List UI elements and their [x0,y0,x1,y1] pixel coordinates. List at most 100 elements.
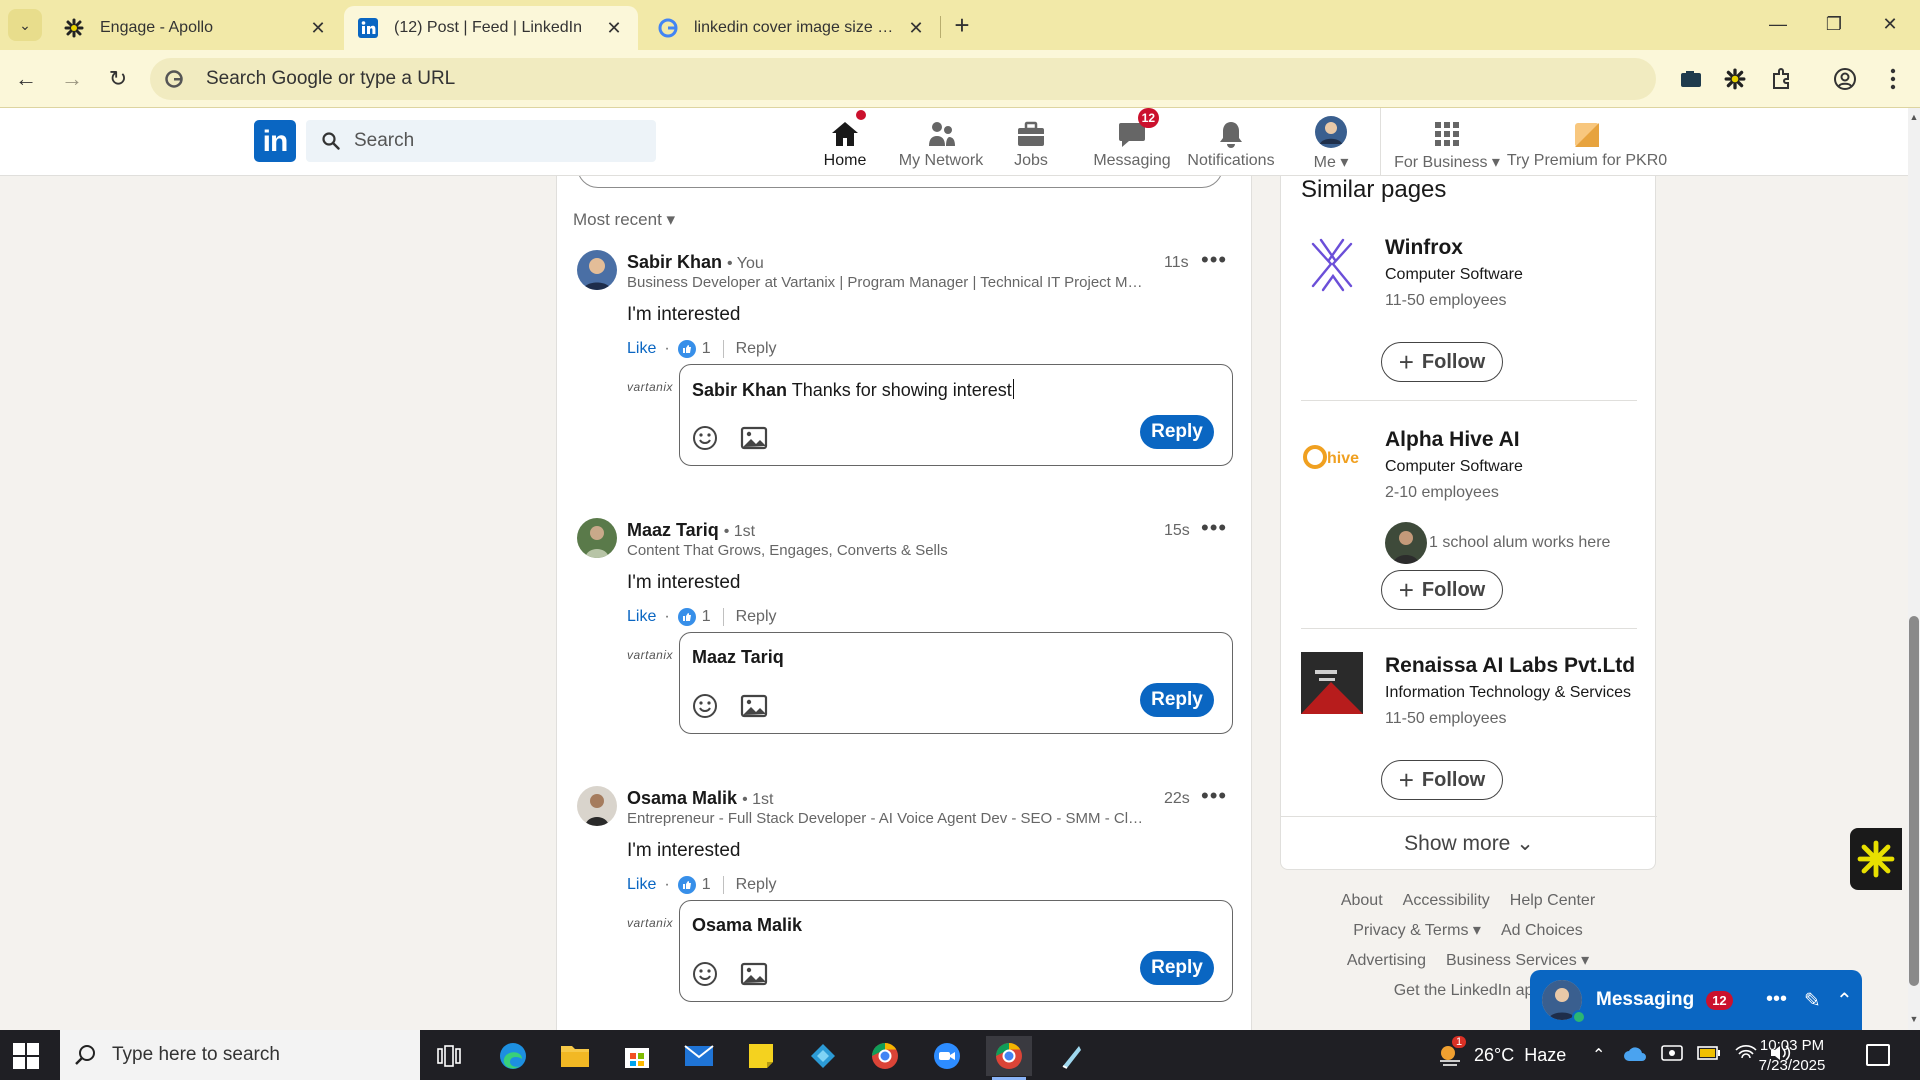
search-input[interactable] [354,130,634,152]
browser-menu-icon[interactable] [1878,64,1908,94]
tab-linkedin[interactable]: (12) Post | Feed | LinkedIn ✕ [344,6,638,50]
close-icon[interactable]: ✕ [604,18,624,39]
mail-icon[interactable] [676,1036,722,1076]
emoji-icon[interactable] [692,961,718,987]
sort-dropdown[interactable]: Most recent ▾ [573,210,675,230]
image-icon[interactable] [740,961,768,987]
nav-my-network[interactable]: My Network [886,112,996,174]
windows-start-icon[interactable] [12,1042,40,1070]
reply-link[interactable]: Reply [736,340,777,358]
follow-button[interactable]: + Follow [1381,760,1503,800]
apollo-floating-button[interactable] [1850,828,1902,890]
like-button[interactable]: Like [627,876,656,894]
taskbar-search-input[interactable] [112,1044,412,1066]
like-reaction-icon[interactable] [677,608,696,626]
close-window-button[interactable]: ✕ [1870,8,1910,40]
footer-link[interactable]: Business Services ▾ [1446,952,1589,969]
footer-link[interactable]: About [1341,892,1383,909]
messaging-overlay-bar[interactable]: Messaging 12 ••• ✎ ⌃ [1530,970,1862,1030]
company-name[interactable]: Alpha Hive AI [1385,428,1520,452]
school-alum-note[interactable]: 1 school alum works here [1385,522,1610,564]
like-button[interactable]: Like [627,608,656,626]
company-logo[interactable] [1301,234,1363,296]
nav-try-premium[interactable]: Try Premium for PKR0 [1507,112,1667,174]
company-logo[interactable] [1301,652,1363,714]
company-logo[interactable]: hive [1301,426,1363,488]
chevron-up-icon[interactable]: ⌃ [1592,1045,1605,1065]
scroll-up-arrow[interactable]: ▲ [1908,112,1920,126]
emoji-icon[interactable] [692,425,718,451]
battery-icon[interactable] [1697,1045,1721,1065]
profile-icon[interactable] [1830,64,1860,94]
edge-icon[interactable] [490,1036,536,1076]
reply-editor[interactable]: Maaz Tariq Reply [679,632,1233,734]
follow-button[interactable]: + Follow [1381,570,1503,610]
reply-submit-button[interactable]: Reply [1140,951,1214,985]
like-reaction-icon[interactable] [677,876,696,894]
nav-home[interactable]: Home [810,108,880,178]
apollo-extension-icon[interactable] [1720,64,1750,94]
reply-submit-button[interactable]: Reply [1140,415,1214,449]
chevron-up-icon[interactable]: ⌃ [1836,988,1853,1013]
image-icon[interactable] [740,425,768,451]
reply-submit-button[interactable]: Reply [1140,683,1214,717]
tab-apollo[interactable]: Engage - Apollo ✕ [50,6,342,50]
nav-notifications[interactable]: Notifications [1186,112,1276,174]
reply-input[interactable]: Osama Malik [692,915,802,936]
app-feather-icon[interactable] [1048,1036,1094,1076]
comment-box-top[interactable] [577,176,1223,188]
reload-button[interactable]: ↻ [102,63,134,95]
taskbar-search[interactable] [60,1030,420,1080]
footer-link[interactable]: Get the LinkedIn app [1394,982,1543,999]
microsoft-store-icon[interactable] [614,1036,660,1076]
footer-link[interactable]: Privacy & Terms ▾ [1353,922,1481,939]
avatar[interactable] [577,518,617,558]
zoom-icon[interactable] [924,1036,970,1076]
address-input[interactable] [206,68,1606,90]
extension-camera-icon[interactable] [1676,64,1706,94]
tab-search-button[interactable]: ⌄ [8,9,42,41]
more-options-icon[interactable]: ••• [1201,517,1227,539]
footer-link[interactable]: Accessibility [1403,892,1490,909]
reply-input[interactable]: Maaz Tariq [692,647,784,668]
minimize-button[interactable]: — [1758,8,1798,40]
extensions-puzzle-icon[interactable] [1766,64,1796,94]
avatar[interactable] [577,786,617,826]
emoji-icon[interactable] [692,693,718,719]
more-options-icon[interactable]: ••• [1766,988,1787,1011]
footer-link[interactable]: Ad Choices [1501,922,1583,939]
more-options-icon[interactable]: ••• [1201,249,1227,271]
show-more-button[interactable]: Show more ⌄ [1281,816,1657,870]
reply-editor[interactable]: Sabir Khan Thanks for showing interest R… [679,364,1233,466]
footer-link[interactable]: Advertising [1347,952,1426,969]
follow-button[interactable]: + Follow [1381,342,1503,382]
company-name[interactable]: Renaissa AI Labs Pvt.Ltd [1385,654,1635,678]
nav-jobs[interactable]: Jobs [1006,112,1056,174]
company-name[interactable]: Winfrox [1385,236,1463,260]
reply-editor[interactable]: Osama Malik Reply [679,900,1233,1002]
comment-author[interactable]: Maaz Tariq • 1st [627,520,755,541]
new-tab-button[interactable]: + [948,12,976,40]
more-options-icon[interactable]: ••• [1201,785,1227,807]
back-button[interactable]: ← [10,63,42,95]
sticky-notes-icon[interactable] [738,1036,784,1076]
nav-for-business[interactable]: For Business ▾ [1392,112,1502,174]
file-explorer-icon[interactable] [552,1036,598,1076]
avatar[interactable] [577,250,617,290]
action-center-icon[interactable] [1866,1044,1890,1066]
nav-me[interactable]: Me ▾ [1306,112,1356,174]
close-icon[interactable]: ✕ [308,18,328,39]
restore-button[interactable]: ❐ [1814,8,1854,40]
reply-link[interactable]: Reply [736,608,777,626]
weather-widget[interactable]: 1 26°C Haze [1436,1030,1566,1080]
comment-author[interactable]: Sabir Khan • You [627,252,764,273]
like-button[interactable]: Like [627,340,656,358]
meet-now-icon[interactable] [1661,1043,1684,1068]
nav-messaging[interactable]: 12 Messaging [1090,108,1174,174]
like-reaction-icon[interactable] [677,340,696,358]
task-view-icon[interactable] [426,1036,472,1076]
chrome-profile-icon[interactable] [862,1036,908,1076]
reply-link[interactable]: Reply [736,876,777,894]
scrollbar-thumb[interactable] [1909,616,1919,986]
compose-icon[interactable]: ✎ [1804,988,1821,1013]
